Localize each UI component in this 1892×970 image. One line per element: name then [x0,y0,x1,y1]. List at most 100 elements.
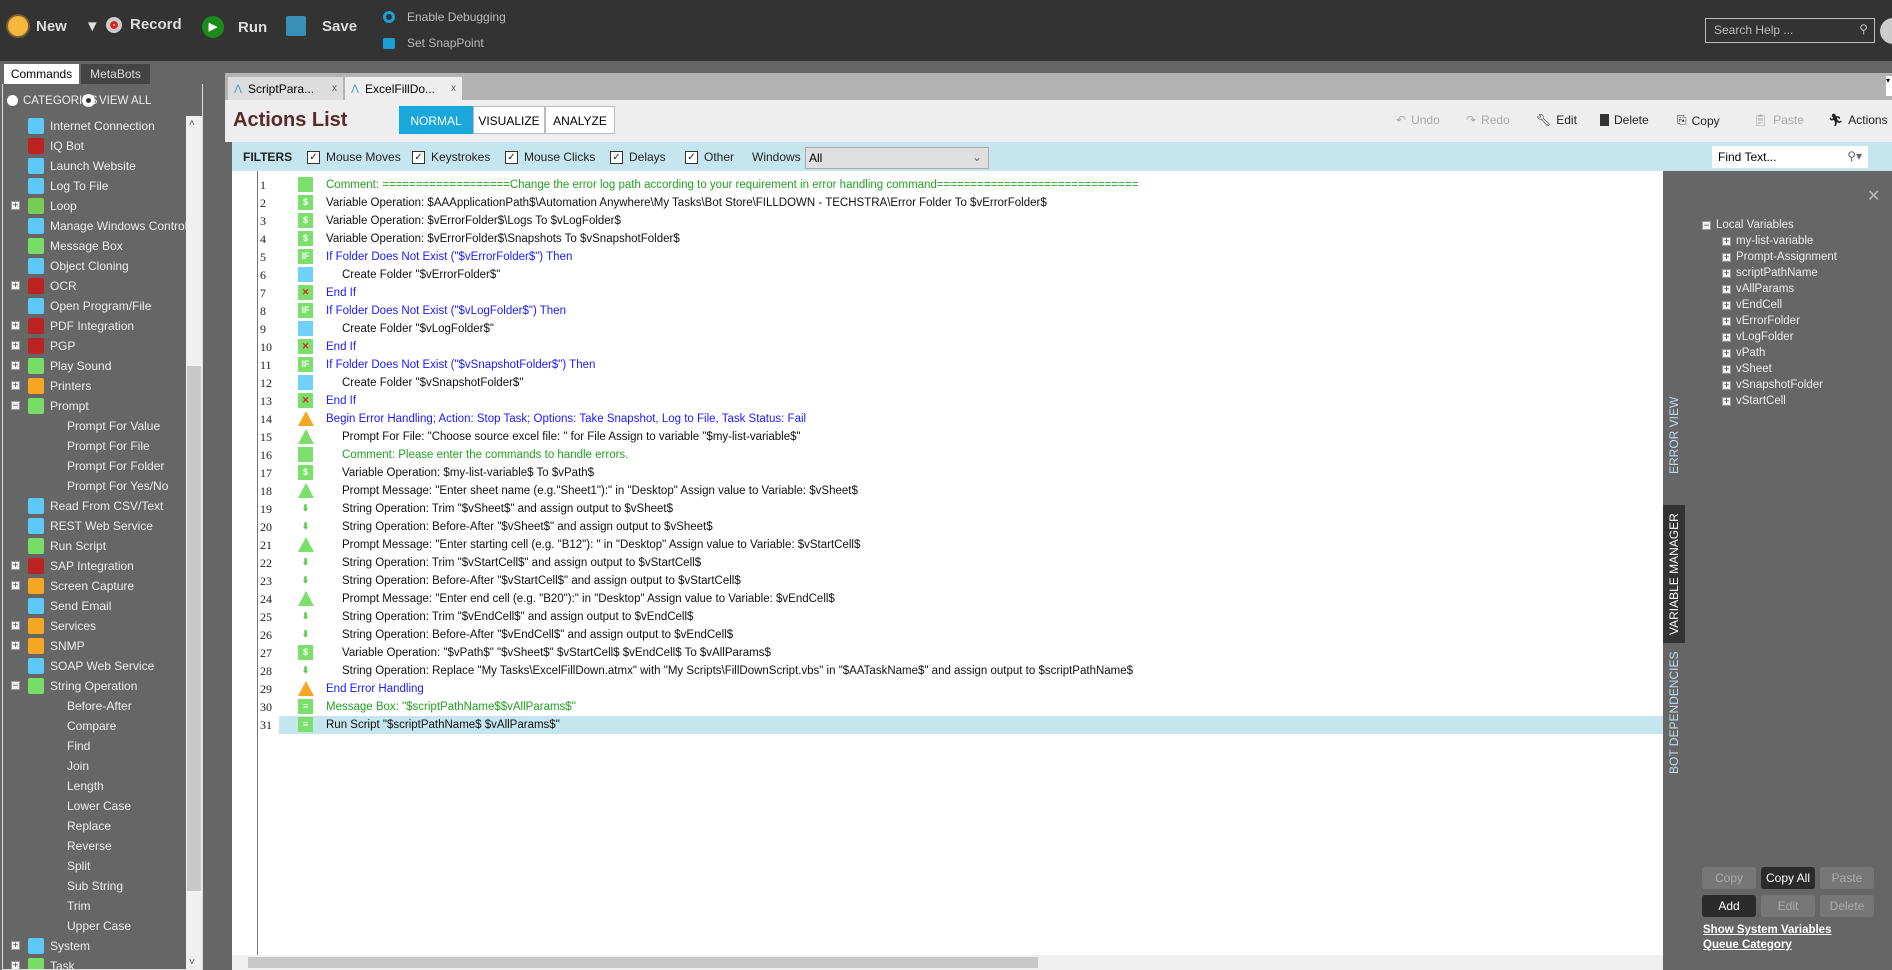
delete-variable-button[interactable]: Delete [1820,895,1874,917]
sidebar-item-compare[interactable]: Compare [67,716,116,736]
collapse-icon[interactable]: − [1702,220,1711,230]
sidebar-item-manage-windows-controls[interactable]: Manage Windows Controls [28,216,193,236]
set-snappoint-button[interactable]: Set SnapPoint [383,36,484,50]
action-row[interactable]: 12 Create Folder "$vSnapshotFolder$" [232,374,1663,392]
run-button[interactable]: ▶ Run [202,16,267,38]
variable-verrorfolder[interactable]: + vErrorFolder [1722,313,1800,329]
close-icon[interactable]: x [332,83,337,94]
action-row[interactable]: 30 ≡ Message Box: "$scriptPathName$$vAllPa… [232,698,1663,716]
expand-icon[interactable]: + [1722,268,1731,278]
sidebar-item-send-email[interactable]: Send Email [28,596,111,616]
expand-icon[interactable]: + [11,281,20,290]
filter-mouse-moves-checkbox[interactable]: ✓ Mouse Moves [307,150,401,164]
tab-error-view[interactable]: ERROR VIEW [1663,366,1685,505]
sidebar-item-snmp[interactable]: SNMP [28,636,85,656]
new-button[interactable]: New ▼ [8,16,100,36]
expand-icon[interactable]: + [11,581,20,590]
sidebar-item-message-box[interactable]: Message Box [28,236,123,256]
action-row[interactable]: 19 ⬇ String Operation: Trim "$vSheet$" and… [232,500,1663,518]
sidebar-item-play-sound[interactable]: Play Sound [28,356,111,376]
variable-prompt-assignment[interactable]: + Prompt-Assignment [1722,249,1837,265]
sidebar-item-reverse[interactable]: Reverse [67,836,112,856]
variable-scriptpathname[interactable]: + scriptPathName [1722,265,1818,281]
filter-keystrokes-checkbox[interactable]: ✓ Keystrokes [412,150,490,164]
action-row[interactable]: 22 ⬇ String Operation: Trim "$vStartCell$"… [232,554,1663,572]
action-row[interactable]: 24 Prompt Message: "Enter end cell (e.g. … [232,590,1663,608]
sidebar-item-screen-capture[interactable]: Screen Capture [28,576,134,596]
action-row[interactable]: 27 $ Variable Operation: "$vPath$" "$vShee… [232,644,1663,662]
redo-button[interactable]: ↷ Redo [1466,113,1510,127]
expand-icon[interactable]: + [11,341,20,350]
search-help-input[interactable]: Search Help ... ⚲ [1705,18,1875,43]
search-icon[interactable]: ⚲▾ [1847,149,1862,163]
action-row[interactable]: 26 ⬇ String Operation: Before-After "$vEnd… [232,626,1663,644]
paste-variable-button[interactable]: Paste [1820,867,1874,889]
find-text-input[interactable]: Find Text... ⚲▾ [1712,146,1868,168]
expand-icon[interactable]: + [1722,332,1731,342]
expand-icon[interactable]: + [11,321,20,330]
sidebar-item-ocr[interactable]: OCR [28,276,77,296]
sidebar-scrollbar[interactable]: ˄ ˅ [186,116,202,970]
sidebar-item-object-cloning[interactable]: Object Cloning [28,256,129,276]
variable-vsnapshotfolder[interactable]: + vSnapshotFolder [1722,377,1823,393]
sidebar-item-prompt[interactable]: Prompt [28,396,89,416]
tab-overflow-dropdown[interactable]: ▾ [1886,76,1892,96]
sidebar-item-prompt-for-yes-no[interactable]: Prompt For Yes/No [67,476,168,496]
sidebar-item-lower-case[interactable]: Lower Case [67,796,131,816]
variable-vlogfolder[interactable]: + vLogFolder [1722,329,1794,345]
sidebar-item-log-to-file[interactable]: Log To File [28,176,108,196]
tab-variable-manager[interactable]: VARIABLE MANAGER [1663,505,1685,643]
sidebar-item-system[interactable]: System [28,936,90,956]
expand-icon[interactable]: + [11,201,20,210]
action-row[interactable]: 5 IF If Folder Does Not Exist ("$vErrorFol… [232,248,1663,266]
show-system-variables-link[interactable]: Show System Variables [1703,924,1831,936]
tab-metabots[interactable]: MetaBots [81,64,150,84]
expand-icon[interactable]: + [1722,364,1731,374]
sidebar-item-sap-integration[interactable]: SAP Integration [28,556,134,576]
variable-vpath[interactable]: + vPath [1722,345,1765,361]
collapse-icon[interactable]: − [11,681,20,690]
filter-mouse-clicks-checkbox[interactable]: ✓ Mouse Clicks [505,150,595,164]
scrollbar-thumb[interactable] [187,366,201,891]
action-row[interactable]: 20 ⬇ String Operation: Before-After "$vShe… [232,518,1663,536]
expand-icon[interactable]: + [1722,348,1731,358]
close-icon[interactable]: ✕ [1867,186,1880,206]
action-row[interactable]: 16 Comment: Please enter the commands to … [232,446,1663,464]
expand-icon[interactable]: + [1722,252,1731,262]
sidebar-item-internet-connection[interactable]: Internet Connection [28,116,155,136]
add-variable-button[interactable]: Add [1702,895,1756,917]
action-row[interactable]: 21 Prompt Message: "Enter starting cell (… [232,536,1663,554]
action-row[interactable]: 2 $ Variable Operation: $AAApplicationPath… [232,194,1663,212]
expand-icon[interactable]: + [1722,236,1731,246]
expand-icon[interactable]: + [11,641,20,650]
tab-excelfilldown[interactable]: Λ ExcelFillDo... x [345,77,462,100]
sidebar-item-sub-string[interactable]: Sub String [67,876,123,896]
expand-icon[interactable]: + [11,941,20,950]
action-row[interactable]: 23 ⬇ String Operation: Before-After "$vSta… [232,572,1663,590]
expand-icon[interactable]: + [1722,380,1731,390]
action-row[interactable]: 31 ≡ Run Script "$scriptPathName$ $vAllPar… [232,716,1663,734]
mode-analyze-button[interactable]: ANALYZE [545,106,615,134]
sidebar-item-trim[interactable]: Trim [67,896,91,916]
record-button[interactable]: Record [106,16,182,33]
actions-menu-button[interactable]: 🏃︎ Actions [1828,113,1888,127]
scroll-down-icon[interactable]: ˅ [189,957,195,968]
copy-all-variable-button[interactable]: Copy All [1761,867,1815,889]
tab-scriptparams[interactable]: Λ ScriptPara... x [228,77,343,100]
scrollbar-thumb[interactable] [248,957,1038,968]
delete-button[interactable]: Delete [1600,113,1649,127]
sidebar-item-string-operation[interactable]: String Operation [28,676,137,696]
sidebar-item-services[interactable]: Services [28,616,96,636]
expand-icon[interactable]: + [11,381,20,390]
action-row[interactable]: 8 IF If Folder Does Not Exist ("$vLogFolde… [232,302,1663,320]
collapse-icon[interactable]: − [11,401,20,410]
action-row[interactable]: 1 Comment: ===================Change the … [232,176,1663,194]
undo-button[interactable]: ↶ Undo [1396,113,1440,127]
variable-vstartcell[interactable]: + vStartCell [1722,393,1786,409]
sidebar-item-task[interactable]: Task [28,956,75,969]
tab-commands[interactable]: Commands [4,64,79,84]
edit-variable-button[interactable]: Edit [1761,895,1815,917]
variable-vendcell[interactable]: + vEndCell [1722,297,1782,313]
action-row[interactable]: 4 $ Variable Operation: $vErrorFolder$\Sna… [232,230,1663,248]
expand-icon[interactable]: + [1722,300,1731,310]
